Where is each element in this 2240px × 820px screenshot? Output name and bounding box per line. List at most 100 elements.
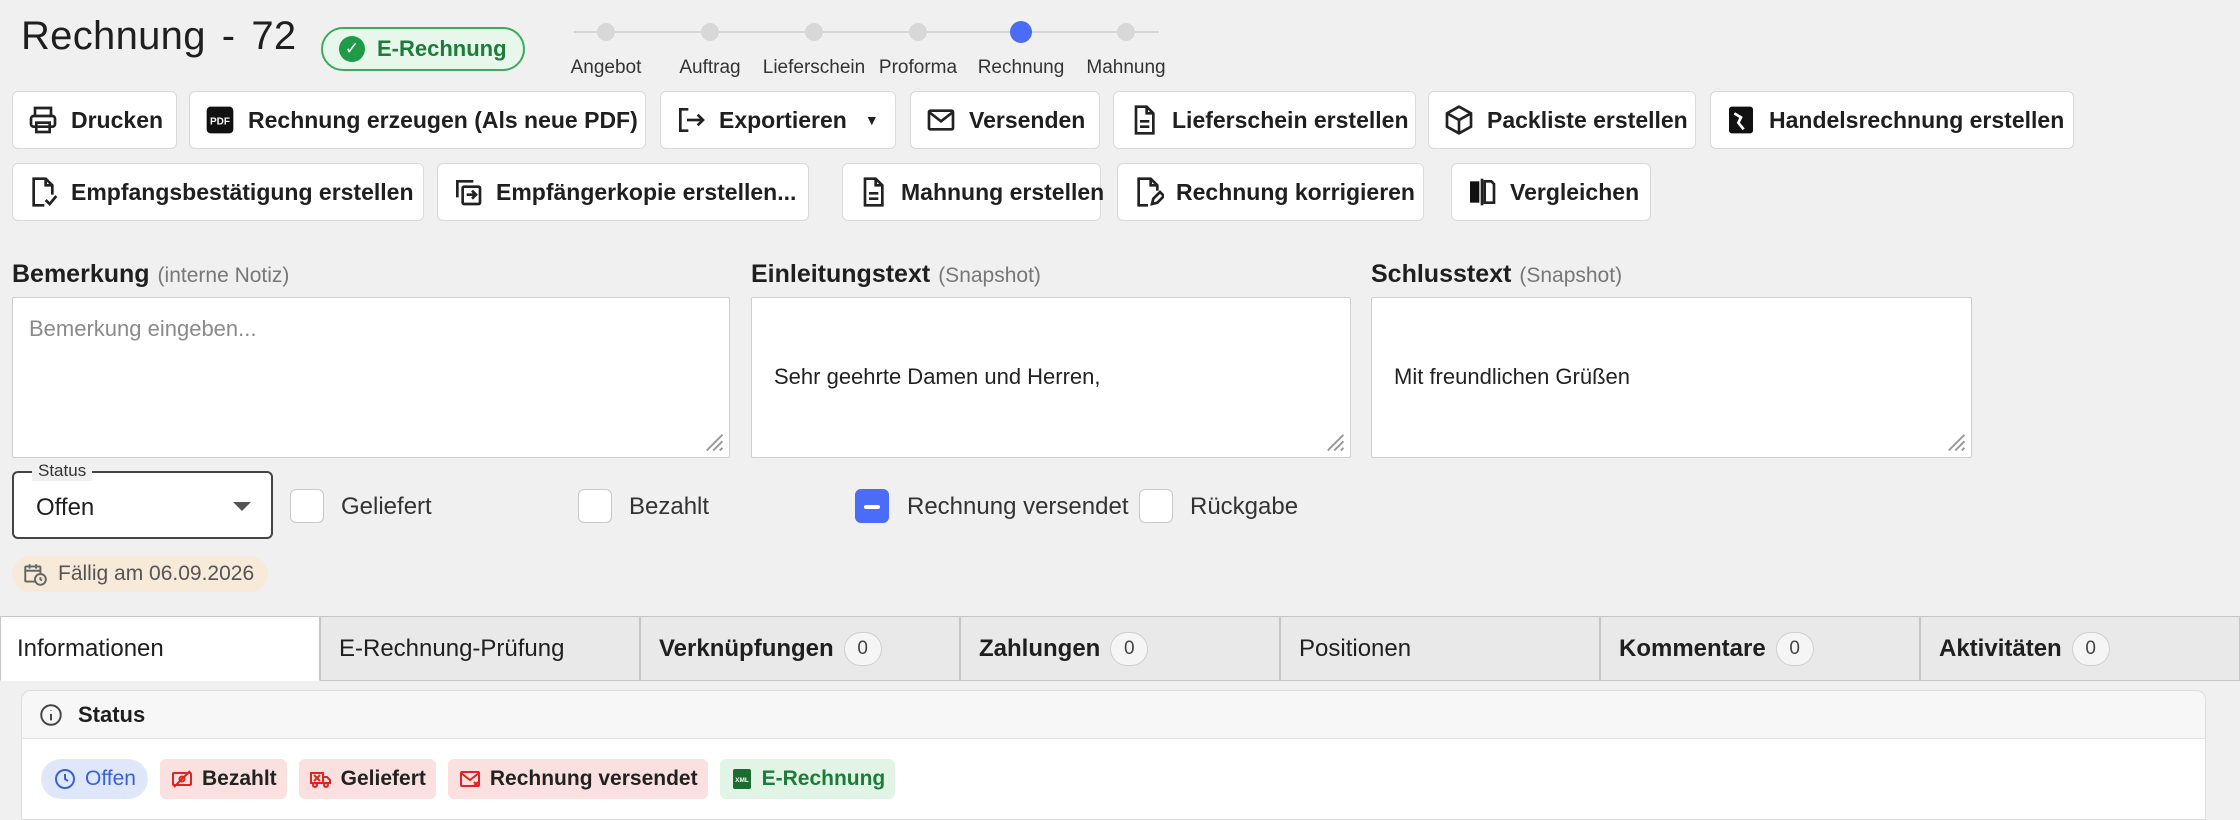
tab-bar: Informationen E-Rechnung-Prüfung Verknüp… <box>0 616 2240 681</box>
step-label-proforma[interactable]: Proforma <box>879 57 957 79</box>
step-dot-proforma[interactable] <box>909 23 927 41</box>
bemerkung-title: Bemerkung <box>12 260 150 288</box>
chip-geliefert: Geliefert <box>298 759 436 799</box>
checkbox-rechnung-versendet-label[interactable]: Rechnung versendet <box>907 493 1128 521</box>
einleitung-value: Sehr geehrte Damen und Herren, <box>774 364 1101 389</box>
doc-number: 72 <box>251 14 297 58</box>
generate-pdf-button[interactable]: PDF Rechnung erzeugen (Als neue PDF) <box>189 91 646 149</box>
step-dot-auftrag[interactable] <box>701 23 719 41</box>
mail-off-icon <box>459 771 480 787</box>
document-icon <box>1134 105 1155 135</box>
tab-label: Positionen <box>1299 634 1412 662</box>
tab-e-rechnung-pruefung[interactable]: E-Rechnung-Prüfung <box>320 616 640 681</box>
globe-document-icon <box>1729 106 1753 134</box>
status-select-label: Status <box>32 461 93 481</box>
step-label-rechnung[interactable]: Rechnung <box>978 57 1065 79</box>
export-label: Exportieren <box>719 106 847 133</box>
create-packing-list-button[interactable]: Packliste erstellen <box>1428 91 1696 149</box>
create-delivery-note-button[interactable]: Lieferschein erstellen <box>1113 91 1416 149</box>
resize-handle-icon[interactable] <box>1320 427 1346 453</box>
resize-handle-icon[interactable] <box>1941 427 1967 453</box>
send-label: Versenden <box>969 106 1086 133</box>
document-edit-icon <box>1137 177 1164 207</box>
tab-positionen[interactable]: Positionen <box>1280 616 1600 681</box>
tab-informationen[interactable]: Informationen <box>0 616 320 681</box>
create-reminder-button[interactable]: Mahnung erstellen <box>842 163 1105 221</box>
create-delivery-note-label: Lieferschein erstellen <box>1172 106 1409 133</box>
tab-zahlungen[interactable]: Zahlungen 0 <box>960 616 1280 681</box>
step-dot-lieferschein[interactable] <box>805 23 823 41</box>
status-card-header: Status <box>22 691 2205 739</box>
checkbox-geliefert[interactable] <box>290 489 324 523</box>
bemerkung-placeholder: Bemerkung eingeben... <box>29 316 257 341</box>
correct-invoice-label: Rechnung korrigieren <box>1176 178 1415 205</box>
einleitung-textarea[interactable]: Sehr geehrte Damen und Herren, <box>751 297 1351 458</box>
create-reminder-label: Mahnung erstellen <box>901 178 1105 205</box>
title-separator: - <box>221 14 236 58</box>
print-label: Drucken <box>71 106 164 133</box>
einleitung-hint: (Snapshot) <box>938 264 1041 287</box>
step-dot-rechnung[interactable] <box>1010 21 1032 43</box>
einleitung-label: Einleitungstext (Snapshot) <box>751 260 1041 289</box>
schluss-textarea[interactable]: Mit freundlichen Grüßen <box>1371 297 1972 458</box>
chip-label: Bezahlt <box>201 767 277 790</box>
e-rechnung-badge: ✓ E-Rechnung <box>321 27 525 71</box>
step-dot-angebot[interactable] <box>597 23 615 41</box>
export-button[interactable]: Exportieren ▼ <box>660 91 896 149</box>
compare-icon <box>1470 178 1496 206</box>
step-label-lieferschein[interactable]: Lieferschein <box>763 57 865 79</box>
chip-label: Geliefert <box>340 767 426 790</box>
checkbox-rueckgabe[interactable] <box>1139 489 1173 523</box>
status-card-title: Status <box>78 701 146 727</box>
document-icon <box>863 177 884 207</box>
badge-label: E-Rechnung <box>377 36 507 61</box>
compare-button[interactable]: Vergleichen <box>1451 163 1651 221</box>
compare-label: Vergleichen <box>1510 178 1640 205</box>
create-recipient-copy-button[interactable]: Empfängerkopie erstellen... <box>437 163 809 221</box>
checkbox-geliefert-label[interactable]: Geliefert <box>341 493 432 521</box>
tab-aktivitaeten[interactable]: Aktivitäten 0 <box>1920 616 2240 681</box>
chip-offen: Offen <box>41 759 148 799</box>
status-chips: Offen Bezahlt Geliefert Rechnung versend… <box>41 759 896 799</box>
checkbox-rueckgabe-label[interactable]: Rückgabe <box>1190 493 1298 521</box>
copy-icon <box>456 180 482 206</box>
svg-text:XML: XML <box>735 777 749 784</box>
status-select[interactable]: Status Offen <box>12 461 273 539</box>
checkbox-bezahlt[interactable] <box>578 489 612 523</box>
send-button[interactable]: Versenden <box>910 91 1100 149</box>
print-button[interactable]: Drucken <box>12 91 177 149</box>
create-packing-list-label: Packliste erstellen <box>1487 106 1688 133</box>
schluss-title: Schlusstext <box>1371 260 1512 288</box>
schluss-label: Schlusstext (Snapshot) <box>1371 260 1622 289</box>
create-receipt-button[interactable]: Empfangsbestätigung erstellen <box>12 163 424 221</box>
tab-kommentare[interactable]: Kommentare 0 <box>1600 616 1920 681</box>
chip-e-rechnung: XML E-Rechnung <box>719 759 896 799</box>
money-off-icon <box>171 770 192 788</box>
step-label-angebot[interactable]: Angebot <box>571 57 642 79</box>
page-title: Rechnung -72 <box>21 14 296 59</box>
schluss-hint: (Snapshot) <box>1519 264 1623 287</box>
correct-invoice-button[interactable]: Rechnung korrigieren <box>1117 163 1424 221</box>
tab-verknuepfungen[interactable]: Verknüpfungen 0 <box>640 616 960 681</box>
tab-label: Kommentare <box>1619 634 1766 662</box>
checkbox-rechnung-versendet[interactable] <box>855 489 889 523</box>
step-label-mahnung[interactable]: Mahnung <box>1086 57 1165 79</box>
create-receipt-label: Empfangsbestätigung erstellen <box>71 178 414 205</box>
tab-label: Informationen <box>17 634 164 662</box>
pdf-icon: PDF <box>206 106 234 134</box>
resize-handle-icon[interactable] <box>699 427 725 453</box>
tab-label: E-Rechnung-Prüfung <box>339 634 565 662</box>
generate-pdf-label: Rechnung erzeugen (Als neue PDF) <box>248 106 638 133</box>
svg-text:PDF: PDF <box>210 117 230 128</box>
mail-icon <box>927 109 955 131</box>
export-icon <box>679 108 705 132</box>
create-commercial-invoice-button[interactable]: Handelsrechnung erstellen <box>1710 91 2074 149</box>
clock-icon <box>55 769 75 789</box>
step-dot-mahnung[interactable] <box>1117 23 1135 41</box>
count-badge: 0 <box>843 631 882 666</box>
checkbox-bezahlt-label[interactable]: Bezahlt <box>629 493 709 521</box>
bemerkung-textarea[interactable]: Bemerkung eingeben... <box>12 297 730 458</box>
step-label-auftrag[interactable]: Auftrag <box>679 57 740 79</box>
check-circle-icon: ✓ <box>339 36 365 62</box>
create-recipient-copy-label: Empfängerkopie erstellen... <box>496 178 797 205</box>
